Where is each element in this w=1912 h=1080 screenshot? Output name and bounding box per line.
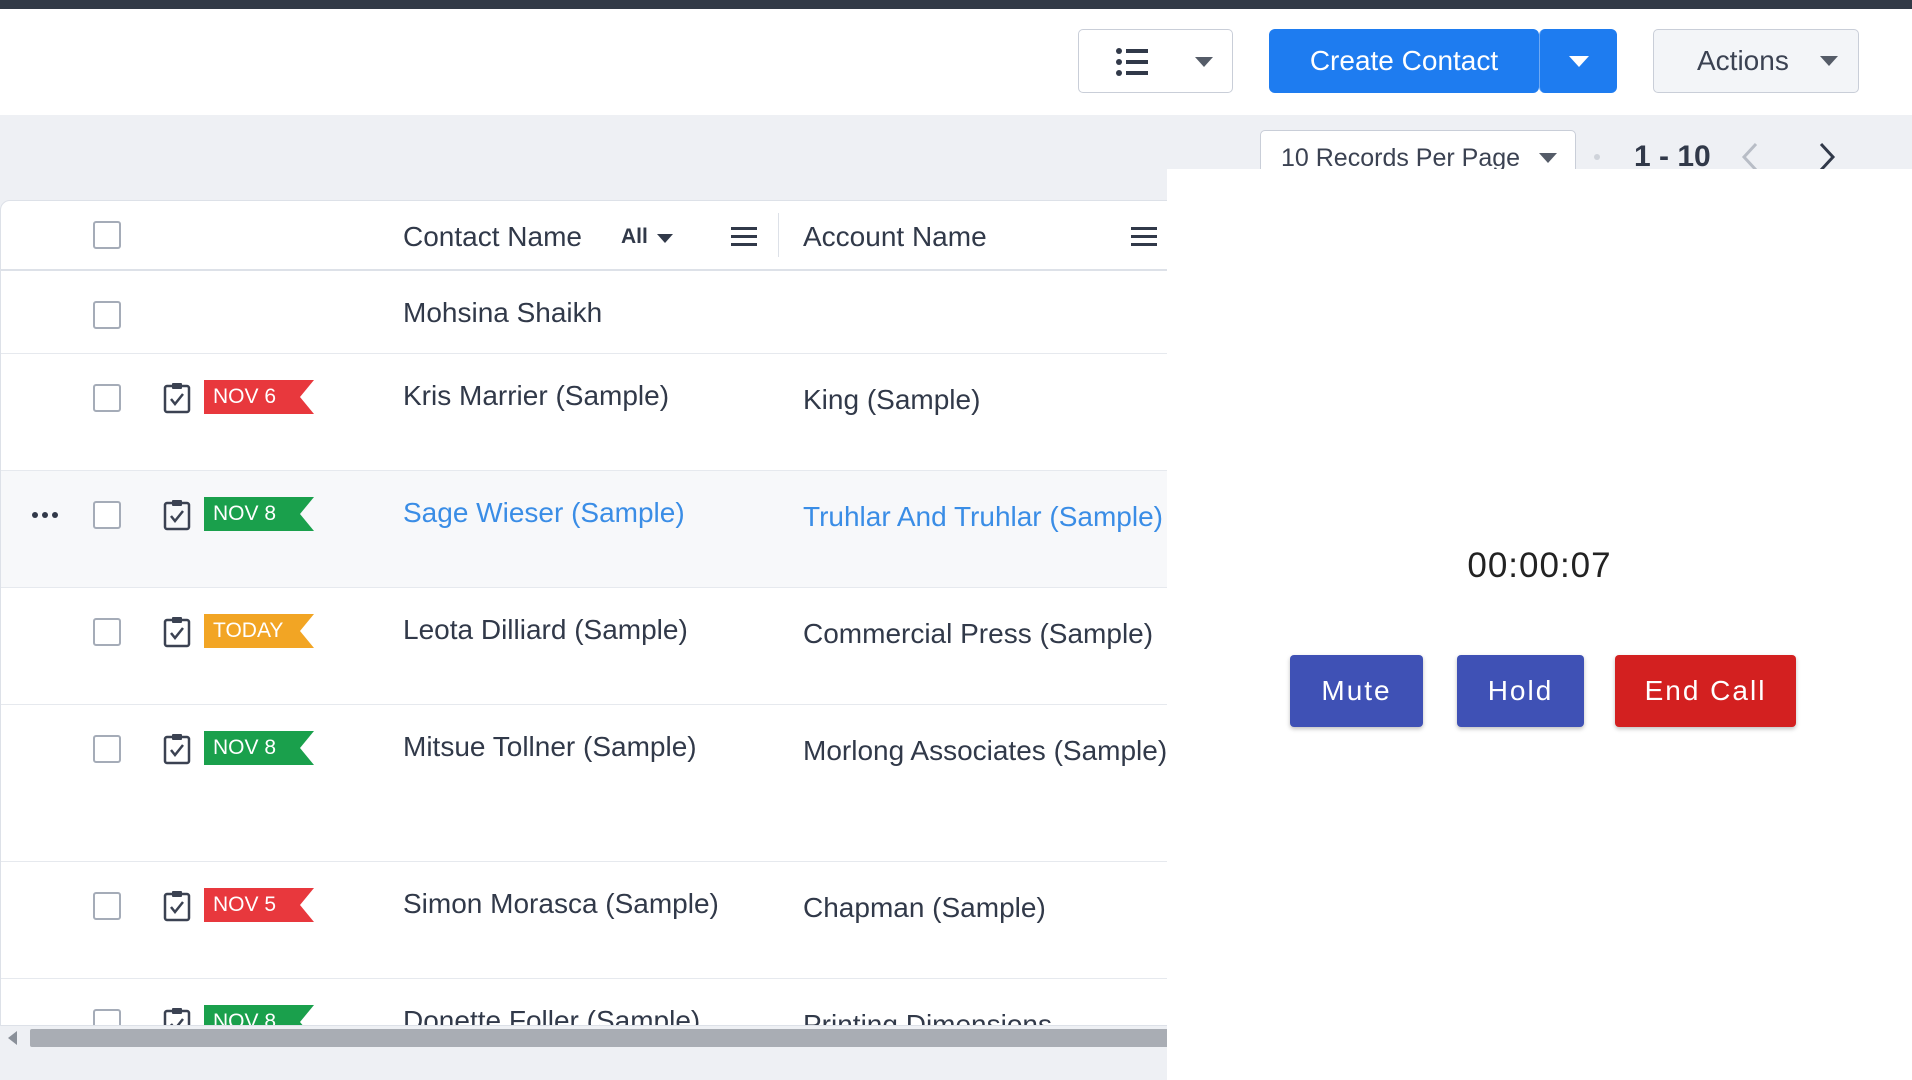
due-flag-label: NOV 6 xyxy=(213,385,277,408)
contact-name[interactable]: Kris Marrier (Sample) xyxy=(403,380,669,412)
horizontal-scrollbar[interactable] xyxy=(0,1026,1180,1050)
contact-name-link[interactable]: Sage Wieser (Sample) xyxy=(403,497,685,529)
table-row[interactable]: NOV 8 Sage Wieser (Sample) Truhlar And T… xyxy=(1,471,1179,588)
actions-button[interactable]: Actions xyxy=(1653,29,1859,93)
mute-button[interactable]: Mute xyxy=(1290,655,1423,727)
contacts-table: Contact Name All Account Name Mohsina Sh… xyxy=(0,200,1180,1026)
list-view-icon xyxy=(1116,48,1148,76)
contact-filter-dropdown[interactable]: All xyxy=(621,225,648,249)
create-contact-label: Create Contact xyxy=(1309,45,1499,76)
contact-name[interactable]: Simon Morasca (Sample) xyxy=(403,888,719,920)
table-row[interactable]: NOV 8 Mitsue Tollner (Sample) Morlong As… xyxy=(1,705,1179,862)
call-panel: 00:00:07 Mute Hold End Call xyxy=(1167,169,1912,1080)
contact-name[interactable]: Leota Dilliard (Sample) xyxy=(403,614,688,646)
scrollbar-thumb[interactable] xyxy=(30,1029,1180,1047)
chevron-down-icon xyxy=(1195,57,1213,67)
list-view-button[interactable] xyxy=(1078,29,1233,93)
row-checkbox[interactable] xyxy=(93,301,121,329)
pager-separator xyxy=(1594,154,1600,160)
flag-tail xyxy=(292,731,314,765)
task-check-icon[interactable] xyxy=(163,890,191,922)
table-row[interactable]: TODAY Leota Dilliard (Sample) Commercial… xyxy=(1,588,1179,705)
actions-label: Actions xyxy=(1697,45,1789,76)
row-checkbox[interactable] xyxy=(93,501,121,529)
table-header: Contact Name All Account Name xyxy=(1,201,1179,271)
account-name[interactable]: Commercial Press (Sample) xyxy=(803,614,1179,654)
column-divider xyxy=(778,213,779,257)
contact-name[interactable]: Donette Foller (Sample) xyxy=(403,1005,700,1025)
hold-button[interactable]: Hold xyxy=(1457,655,1584,727)
column-header-contact-name[interactable]: Contact Name xyxy=(403,221,582,253)
row-checkbox[interactable] xyxy=(93,384,121,412)
contact-name[interactable]: Mitsue Tollner (Sample) xyxy=(403,731,697,763)
create-contact-button[interactable]: Create Contact xyxy=(1269,29,1539,93)
task-check-icon[interactable] xyxy=(163,382,191,414)
flag-tail xyxy=(292,888,314,922)
flag-tail xyxy=(292,1005,314,1025)
row-checkbox[interactable] xyxy=(93,1009,121,1025)
row-checkbox[interactable] xyxy=(93,618,121,646)
task-check-icon[interactable] xyxy=(163,1007,191,1026)
chevron-down-icon[interactable] xyxy=(657,234,673,243)
due-flag: NOV 8 xyxy=(204,731,314,765)
flag-tail xyxy=(292,497,314,531)
due-flag: NOV 8 xyxy=(204,1005,314,1026)
due-flag: NOV 6 xyxy=(204,380,314,414)
account-name[interactable]: Printing Dimensions xyxy=(803,1005,1179,1025)
flag-tail xyxy=(292,380,314,414)
chevron-down-icon xyxy=(1569,56,1589,67)
due-flag-label: NOV 8 xyxy=(213,736,277,759)
task-check-icon[interactable] xyxy=(163,733,191,765)
chevron-down-icon xyxy=(1539,153,1557,163)
hamburger-menu-icon[interactable] xyxy=(1131,227,1157,247)
due-flag-label: NOV 8 xyxy=(213,1010,277,1026)
select-all-checkbox[interactable] xyxy=(93,221,121,249)
due-flag: NOV 5 xyxy=(204,888,314,922)
table-row[interactable]: NOV 6 Kris Marrier (Sample) King (Sample… xyxy=(1,354,1179,471)
due-flag: NOV 8 xyxy=(204,497,314,531)
more-options-icon[interactable] xyxy=(31,511,59,519)
column-header-account-name[interactable]: Account Name xyxy=(803,221,987,253)
chevron-down-icon xyxy=(1820,56,1838,66)
toolbar: Create Contact Actions xyxy=(0,9,1912,115)
account-name[interactable]: King (Sample) xyxy=(803,380,1179,420)
table-row[interactable]: NOV 5 Simon Morasca (Sample) Chapman (Sa… xyxy=(1,862,1179,979)
row-checkbox[interactable] xyxy=(93,892,121,920)
table-row[interactable]: Mohsina Shaikh xyxy=(1,271,1179,354)
due-flag-label: TODAY xyxy=(213,619,284,642)
account-name[interactable]: Morlong Associates (Sample) xyxy=(803,731,1179,771)
top-app-bar xyxy=(0,0,1912,9)
contact-name[interactable]: Mohsina Shaikh xyxy=(403,297,602,329)
end-call-button[interactable]: End Call xyxy=(1615,655,1796,727)
scroll-left-icon[interactable] xyxy=(8,1031,18,1045)
account-name-link[interactable]: Truhlar And Truhlar (Sample) xyxy=(803,497,1179,537)
due-flag-label: NOV 5 xyxy=(213,893,277,916)
hamburger-menu-icon[interactable] xyxy=(731,227,757,247)
create-contact-dropdown[interactable] xyxy=(1539,29,1617,93)
flag-tail xyxy=(292,614,314,648)
task-check-icon[interactable] xyxy=(163,499,191,531)
account-name[interactable]: Chapman (Sample) xyxy=(803,888,1179,928)
table-row[interactable]: NOV 8 Donette Foller (Sample) Printing D… xyxy=(1,979,1179,1026)
call-timer: 00:00:07 xyxy=(1467,546,1612,585)
due-flag: TODAY xyxy=(204,614,314,648)
row-checkbox[interactable] xyxy=(93,735,121,763)
due-flag-label: NOV 8 xyxy=(213,502,277,525)
task-check-icon[interactable] xyxy=(163,616,191,648)
